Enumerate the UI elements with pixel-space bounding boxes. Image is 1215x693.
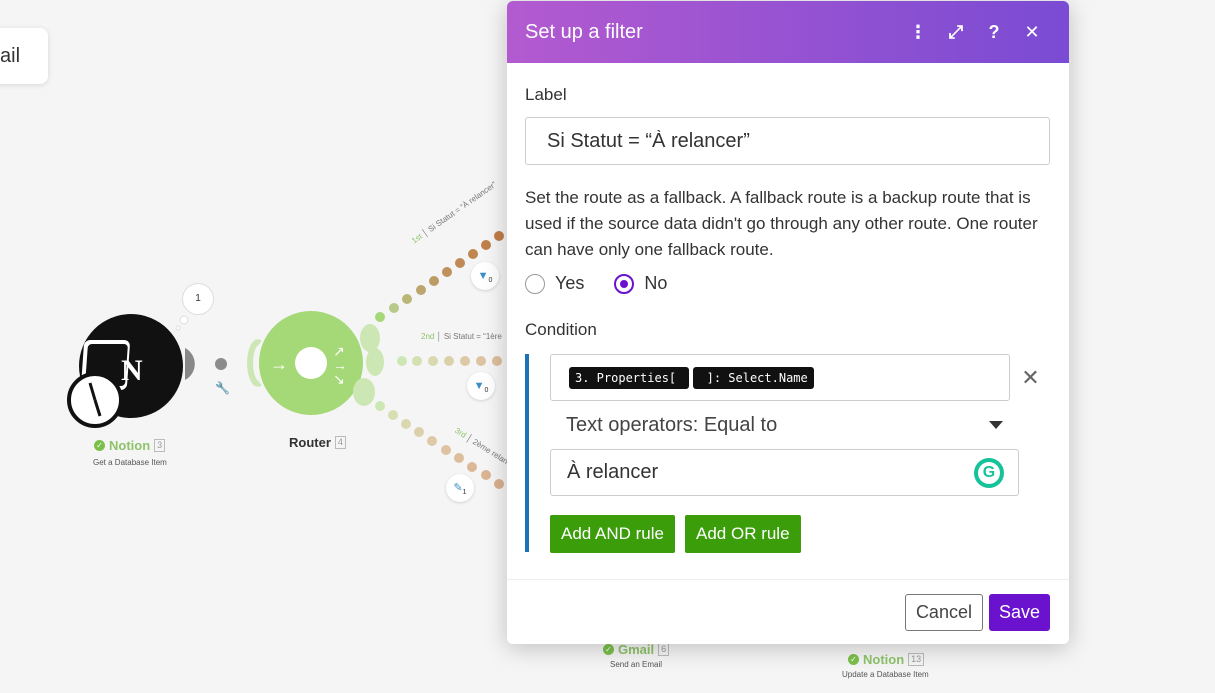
operator-select[interactable]: Text operators: Equal to bbox=[550, 401, 1019, 449]
svg-text:→: → bbox=[270, 354, 288, 374]
module-number: 6 bbox=[658, 643, 670, 656]
label-heading: Label bbox=[525, 85, 567, 104]
add-or-rule-button[interactable]: Add OR rule bbox=[685, 515, 801, 553]
svg-text:N: N bbox=[121, 354, 143, 387]
gmail-module-label: ✓ Gmail 6 bbox=[603, 642, 670, 657]
wrench-icon: ✎ bbox=[453, 482, 463, 494]
connector-dot bbox=[215, 358, 227, 370]
radio-yes[interactable] bbox=[525, 273, 545, 294]
module-number: 13 bbox=[908, 653, 925, 666]
label-input[interactable] bbox=[525, 117, 1050, 165]
fallback-radio-group: Yes No bbox=[525, 273, 1051, 294]
module-subtitle: Send an Email bbox=[610, 660, 663, 669]
notion-module[interactable]: N bbox=[67, 314, 195, 428]
dialog-header: Set up a filter ⋮ ⤢ ? ✕ bbox=[507, 1, 1069, 63]
help-icon[interactable]: ? bbox=[975, 22, 1013, 43]
dialog-body: Label Set the route as a fallback. A fal… bbox=[507, 85, 1069, 553]
tool-count: 1 bbox=[462, 489, 467, 497]
notion-update-module-label: ✓ Notion 13 bbox=[848, 652, 925, 667]
expand-icon[interactable]: ⤢ bbox=[937, 22, 975, 43]
dialog-footer: Cancel Save bbox=[507, 579, 1069, 644]
module-number: 4 bbox=[334, 436, 346, 449]
module-name: Gmail bbox=[618, 642, 655, 657]
cancel-button[interactable]: Cancel bbox=[904, 593, 983, 631]
route-label-text: Si Statut = “1ère bbox=[443, 332, 502, 341]
operations-count-badge[interactable]: 1 bbox=[182, 283, 214, 315]
fallback-yes-option[interactable]: Yes bbox=[525, 273, 584, 294]
wrench-icon[interactable]: 🔧 bbox=[215, 380, 230, 395]
route-1-filter-button[interactable]: ▼0 bbox=[471, 262, 499, 290]
filter-count: 0 bbox=[484, 387, 489, 395]
dialog-title: Set up a filter bbox=[525, 20, 643, 43]
module-number: 3 bbox=[154, 439, 166, 452]
filter-icon: ▼ bbox=[473, 380, 485, 392]
route-2-line[interactable] bbox=[397, 356, 502, 366]
svg-text:↘: ↘ bbox=[333, 371, 345, 387]
grammarly-icon[interactable]: G bbox=[974, 457, 1004, 488]
module-subtitle: Get a Database Item bbox=[93, 458, 167, 467]
route-2-filter-button[interactable]: ▼0 bbox=[467, 372, 495, 400]
check-icon: ✓ bbox=[848, 654, 859, 665]
filter-dialog: Set up a filter ⋮ ⤢ ? ✕ Label Set the ro… bbox=[507, 1, 1069, 644]
route-order: 2nd bbox=[421, 332, 435, 341]
add-and-rule-button[interactable]: Add AND rule bbox=[550, 515, 675, 553]
operations-count: 1 bbox=[195, 293, 201, 304]
radio-no[interactable] bbox=[614, 273, 635, 294]
condition-group: 3. Properties[ ]: Select.Name ✕ Text ope… bbox=[525, 354, 1051, 553]
chevron-down-icon bbox=[989, 421, 1003, 429]
remove-condition-icon[interactable]: ✕ bbox=[1010, 365, 1051, 391]
condition-operand-field[interactable]: 3. Properties[ ]: Select.Name bbox=[550, 354, 1010, 401]
route-3-tool-button[interactable]: ✎1 bbox=[446, 474, 474, 502]
check-icon: ✓ bbox=[94, 440, 105, 451]
condition-heading: Condition bbox=[525, 320, 597, 339]
radio-no-label: No bbox=[644, 273, 668, 293]
module-subtitle: Update a Database Item bbox=[842, 670, 929, 679]
mapped-value-pill[interactable]: ]: Select.Name bbox=[693, 366, 814, 389]
router-module[interactable]: → ↗ → ↘ bbox=[225, 303, 384, 423]
condition-value-field[interactable]: À relancer G bbox=[550, 449, 1019, 496]
more-vertical-icon[interactable]: ⋮ bbox=[899, 22, 937, 43]
module-name: Router bbox=[289, 435, 331, 450]
notion-module-label: ✓ Notion 3 bbox=[94, 438, 166, 453]
fallback-no-option[interactable]: No bbox=[614, 273, 667, 294]
filter-icon: ▼ bbox=[477, 270, 489, 282]
filter-count: 0 bbox=[488, 277, 493, 285]
save-button[interactable]: Save bbox=[988, 593, 1050, 631]
condition-value-text: À relancer bbox=[567, 461, 659, 483]
radio-yes-label: Yes bbox=[555, 273, 585, 293]
close-icon[interactable]: ✕ bbox=[1013, 22, 1051, 43]
fallback-help-text: Set the route as a fallback. A fallback … bbox=[525, 188, 1038, 259]
module-name: Notion bbox=[109, 438, 151, 453]
operator-value: Text operators: Equal to bbox=[566, 413, 778, 436]
mapped-value-pill[interactable]: 3. Properties[ bbox=[569, 366, 690, 389]
module-name: Notion bbox=[863, 652, 905, 667]
check-icon: ✓ bbox=[603, 644, 614, 655]
route-2-label[interactable]: 2nd │ Si Statut = “1ère bbox=[421, 332, 502, 341]
router-module-label: Router 4 bbox=[289, 435, 346, 450]
